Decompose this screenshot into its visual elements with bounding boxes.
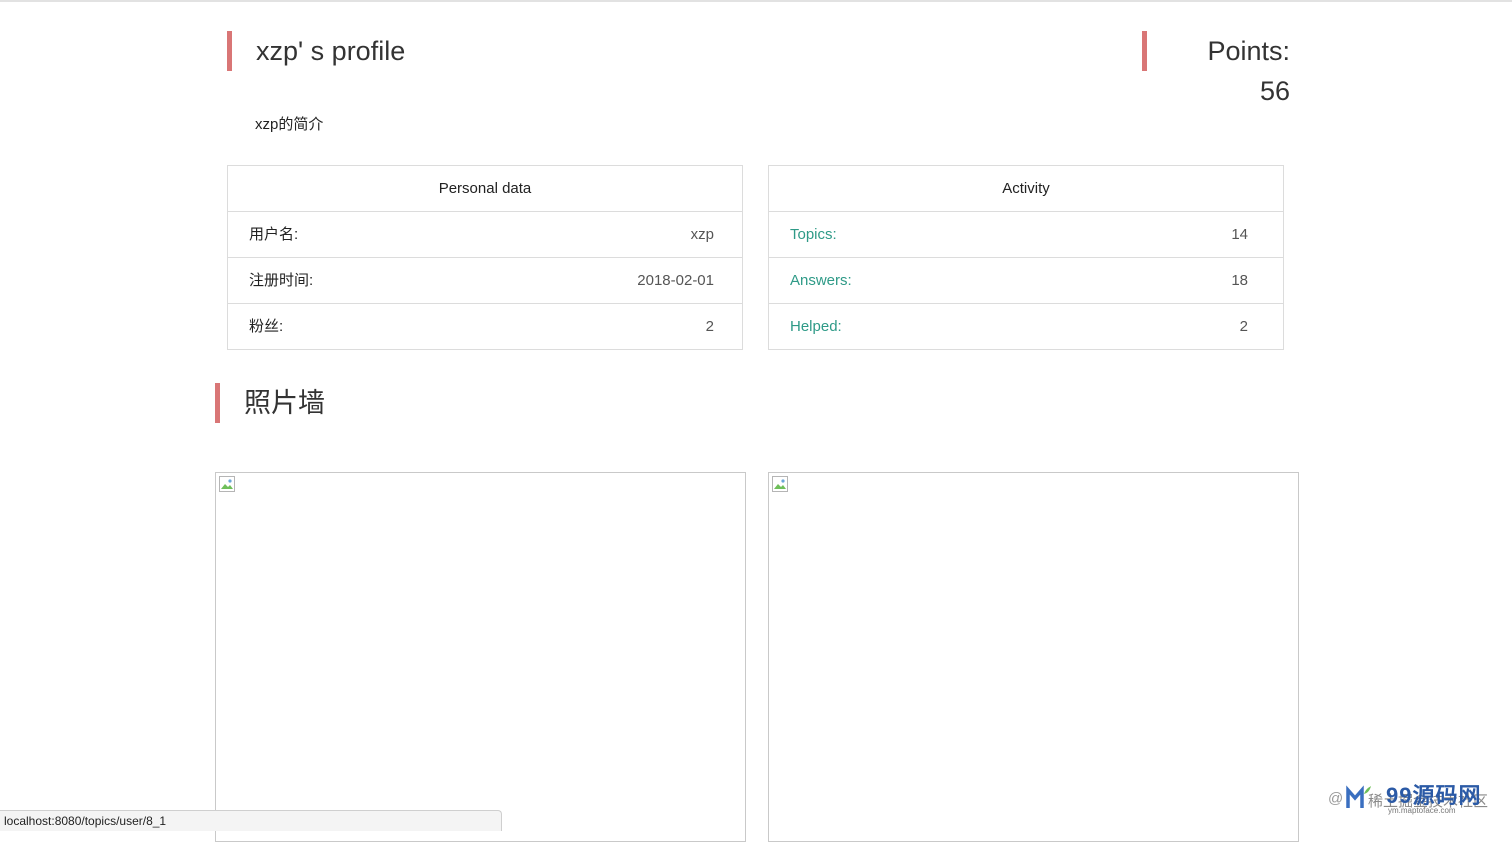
activity-header: Activity: [769, 166, 1283, 212]
top-border: [0, 0, 1512, 2]
watermark-at: @: [1328, 790, 1344, 807]
photo-wall-title-text: 照片墙: [244, 388, 325, 418]
row-label: 粉丝:: [249, 318, 284, 335]
personal-data-panel: Personal data 用户名: xzp 注册时间: 2018-02-01 …: [227, 165, 743, 350]
helped-link[interactable]: Helped:: [790, 304, 842, 349]
personal-row-followers: 粉丝: 2: [228, 304, 742, 349]
topics-link[interactable]: Topics:: [790, 212, 837, 257]
activity-row-answers[interactable]: Answers: 18: [769, 258, 1283, 304]
status-bar-url: localhost:8080/topics/user/8_1: [0, 810, 502, 831]
answers-link[interactable]: Answers:: [790, 258, 852, 303]
profile-title: xzp' s profile: [227, 31, 405, 71]
row-value: 2018-02-01: [637, 272, 714, 289]
broken-image-icon: [772, 476, 788, 492]
personal-row-username: 用户名: xzp: [228, 212, 742, 258]
activity-row-topics[interactable]: Topics: 14: [769, 212, 1283, 258]
row-label: 注册时间:: [249, 272, 314, 289]
broken-image-icon: [219, 476, 235, 492]
profile-bio: xzp的简介: [255, 116, 324, 133]
activity-panel: Activity Topics: 14 Answers: 18 Helped: …: [768, 165, 1284, 350]
profile-title-text: xzp' s profile: [256, 36, 406, 66]
points-heading: Points: 56: [1142, 31, 1290, 106]
personal-row-register-date: 注册时间: 2018-02-01: [228, 258, 742, 304]
photo-wall-title: 照片墙: [215, 383, 325, 423]
activity-row-helped[interactable]: Helped: 2: [769, 304, 1283, 349]
row-value: 2: [1239, 318, 1248, 335]
row-value: 18: [1231, 272, 1248, 289]
photo-card[interactable]: [768, 472, 1299, 842]
photo-card[interactable]: [215, 472, 746, 842]
personal-data-header: Personal data: [228, 166, 742, 212]
row-label: 用户名:: [249, 226, 299, 243]
watermark-domain: ym.maptoface.com: [1388, 806, 1456, 815]
row-value: 2: [705, 318, 714, 335]
points-text: Points: 56: [1207, 36, 1290, 106]
row-value: 14: [1231, 226, 1248, 243]
watermark: @ 稀土掘金技术社区 99源码网 ym.maptoface.com: [1328, 778, 1504, 818]
row-value: xzp: [690, 226, 714, 243]
